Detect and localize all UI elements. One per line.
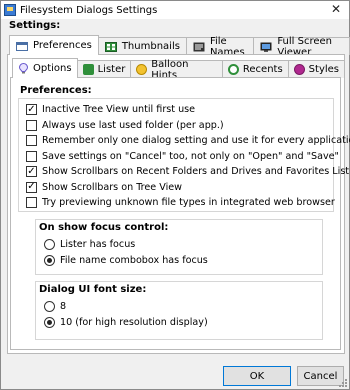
preference-option[interactable]: ✓ Show Scrollbars on Recent Folders and D… [26, 165, 349, 178]
app-icon [4, 4, 16, 16]
tab-recents[interactable]: Recents [221, 60, 289, 78]
settings-label: Settings: [9, 20, 61, 31]
outer-tab-strip: Preferences Thumbnails File Names Full S… [9, 35, 350, 58]
tab-options[interactable]: Options [12, 58, 78, 78]
close-icon[interactable]: ✕ [329, 2, 343, 16]
lister-icon [82, 64, 94, 75]
tab-options-label: Options [33, 63, 72, 74]
font-size-title: Dialog UI font size: [39, 284, 147, 295]
tab-balloon-hints[interactable]: Balloon Hints [130, 59, 223, 81]
preference-option[interactable]: Save settings on "Cancel" too, not only … [26, 150, 339, 163]
options-panel: Preferences: ✓ Inactive Tree View until f… [10, 77, 350, 350]
settings-window: Filesystem Dialogs Settings ✕ Settings: … [0, 0, 350, 390]
radio-lister-focus[interactable]: Lister has focus [44, 238, 135, 251]
tab-lister[interactable]: Lister [76, 60, 132, 78]
preferences-icon [16, 41, 28, 51]
ok-button[interactable]: OK [223, 366, 291, 386]
recents-icon [227, 64, 239, 75]
preference-label: Show Scrollbars on Recent Folders and Dr… [42, 166, 350, 177]
thumbnails-icon [104, 41, 117, 52]
checkbox[interactable]: ✓ [26, 166, 37, 177]
preference-label: Inactive Tree View until first use [42, 104, 196, 115]
preference-label: Remember only one dialog setting and use… [42, 135, 350, 146]
radio-font-10-button[interactable] [44, 317, 55, 328]
preference-option[interactable]: Always use last used folder (per app.) [26, 119, 224, 132]
checkbox[interactable] [26, 197, 37, 208]
file-names-icon [193, 42, 205, 52]
preferences-group-title: Preferences: [20, 85, 92, 96]
radio-font-10[interactable]: 10 (for high resolution display) [44, 316, 208, 329]
radio-lister-focus-label: Lister has focus [60, 239, 136, 250]
styles-icon [293, 64, 305, 75]
tab-full-screen-viewer[interactable]: Full Screen Viewer [253, 36, 350, 58]
checkbox[interactable] [26, 119, 37, 131]
tab-lister-label: Lister [97, 64, 126, 75]
radio-font-8-button[interactable] [44, 301, 55, 312]
title-bar: Filesystem Dialogs Settings ✕ [1, 1, 349, 19]
radio-filename-focus-button[interactable] [44, 255, 55, 266]
radio-font-8[interactable]: 8 [44, 300, 66, 313]
checkbox[interactable] [26, 135, 37, 146]
tab-preferences[interactable]: Preferences [9, 35, 99, 55]
preference-label: Save settings on "Cancel" too, not only … [42, 150, 339, 162]
radio-font-8-label: 8 [60, 301, 67, 312]
tab-styles[interactable]: Styles [287, 60, 345, 78]
preference-label: Always use last used folder (per app.) [42, 119, 224, 131]
checkbox[interactable]: ✓ [26, 104, 37, 115]
preferences-panel: Options Lister Balloon Hints Recents Sty… [7, 54, 350, 354]
preference-label: Show Scrollbars on Tree View [42, 181, 182, 193]
inner-tab-strip: Options Lister Balloon Hints Recents Sty… [12, 58, 345, 81]
tab-thumbnails[interactable]: Thumbnails [97, 37, 187, 55]
focus-control-title: On show focus control: [39, 222, 169, 233]
resize-grip-icon[interactable] [338, 378, 347, 387]
tab-styles-label: Styles [308, 64, 339, 75]
tab-thumbnails-label: Thumbnails [121, 41, 180, 52]
balloon-hints-icon [136, 64, 148, 75]
options-icon [18, 62, 29, 74]
tab-file-names[interactable]: File Names [185, 36, 255, 58]
window-title: Filesystem Dialogs Settings [20, 4, 158, 16]
full-screen-viewer-icon [260, 42, 272, 52]
preference-option[interactable]: Try previewing unknown file types in int… [26, 196, 335, 209]
preference-option[interactable]: Remember only one dialog setting and use… [26, 134, 350, 147]
radio-lister-focus-button[interactable] [44, 239, 55, 250]
preference-option[interactable]: ✓ Show Scrollbars on Tree View [26, 181, 182, 194]
tab-recents-label: Recents [242, 64, 283, 75]
preference-option[interactable]: ✓ Inactive Tree View until first use [26, 103, 195, 116]
checkbox[interactable]: ✓ [26, 181, 37, 193]
radio-font-10-label: 10 (for high resolution display) [60, 317, 208, 328]
radio-filename-focus-label: File name combobox has focus [60, 255, 208, 266]
tab-preferences-label: Preferences [33, 40, 92, 51]
cancel-button[interactable]: Cancel [297, 366, 344, 386]
preference-label: Try previewing unknown file types in int… [42, 197, 335, 208]
radio-filename-focus[interactable]: File name combobox has focus [44, 254, 208, 267]
checkbox[interactable] [26, 150, 37, 162]
